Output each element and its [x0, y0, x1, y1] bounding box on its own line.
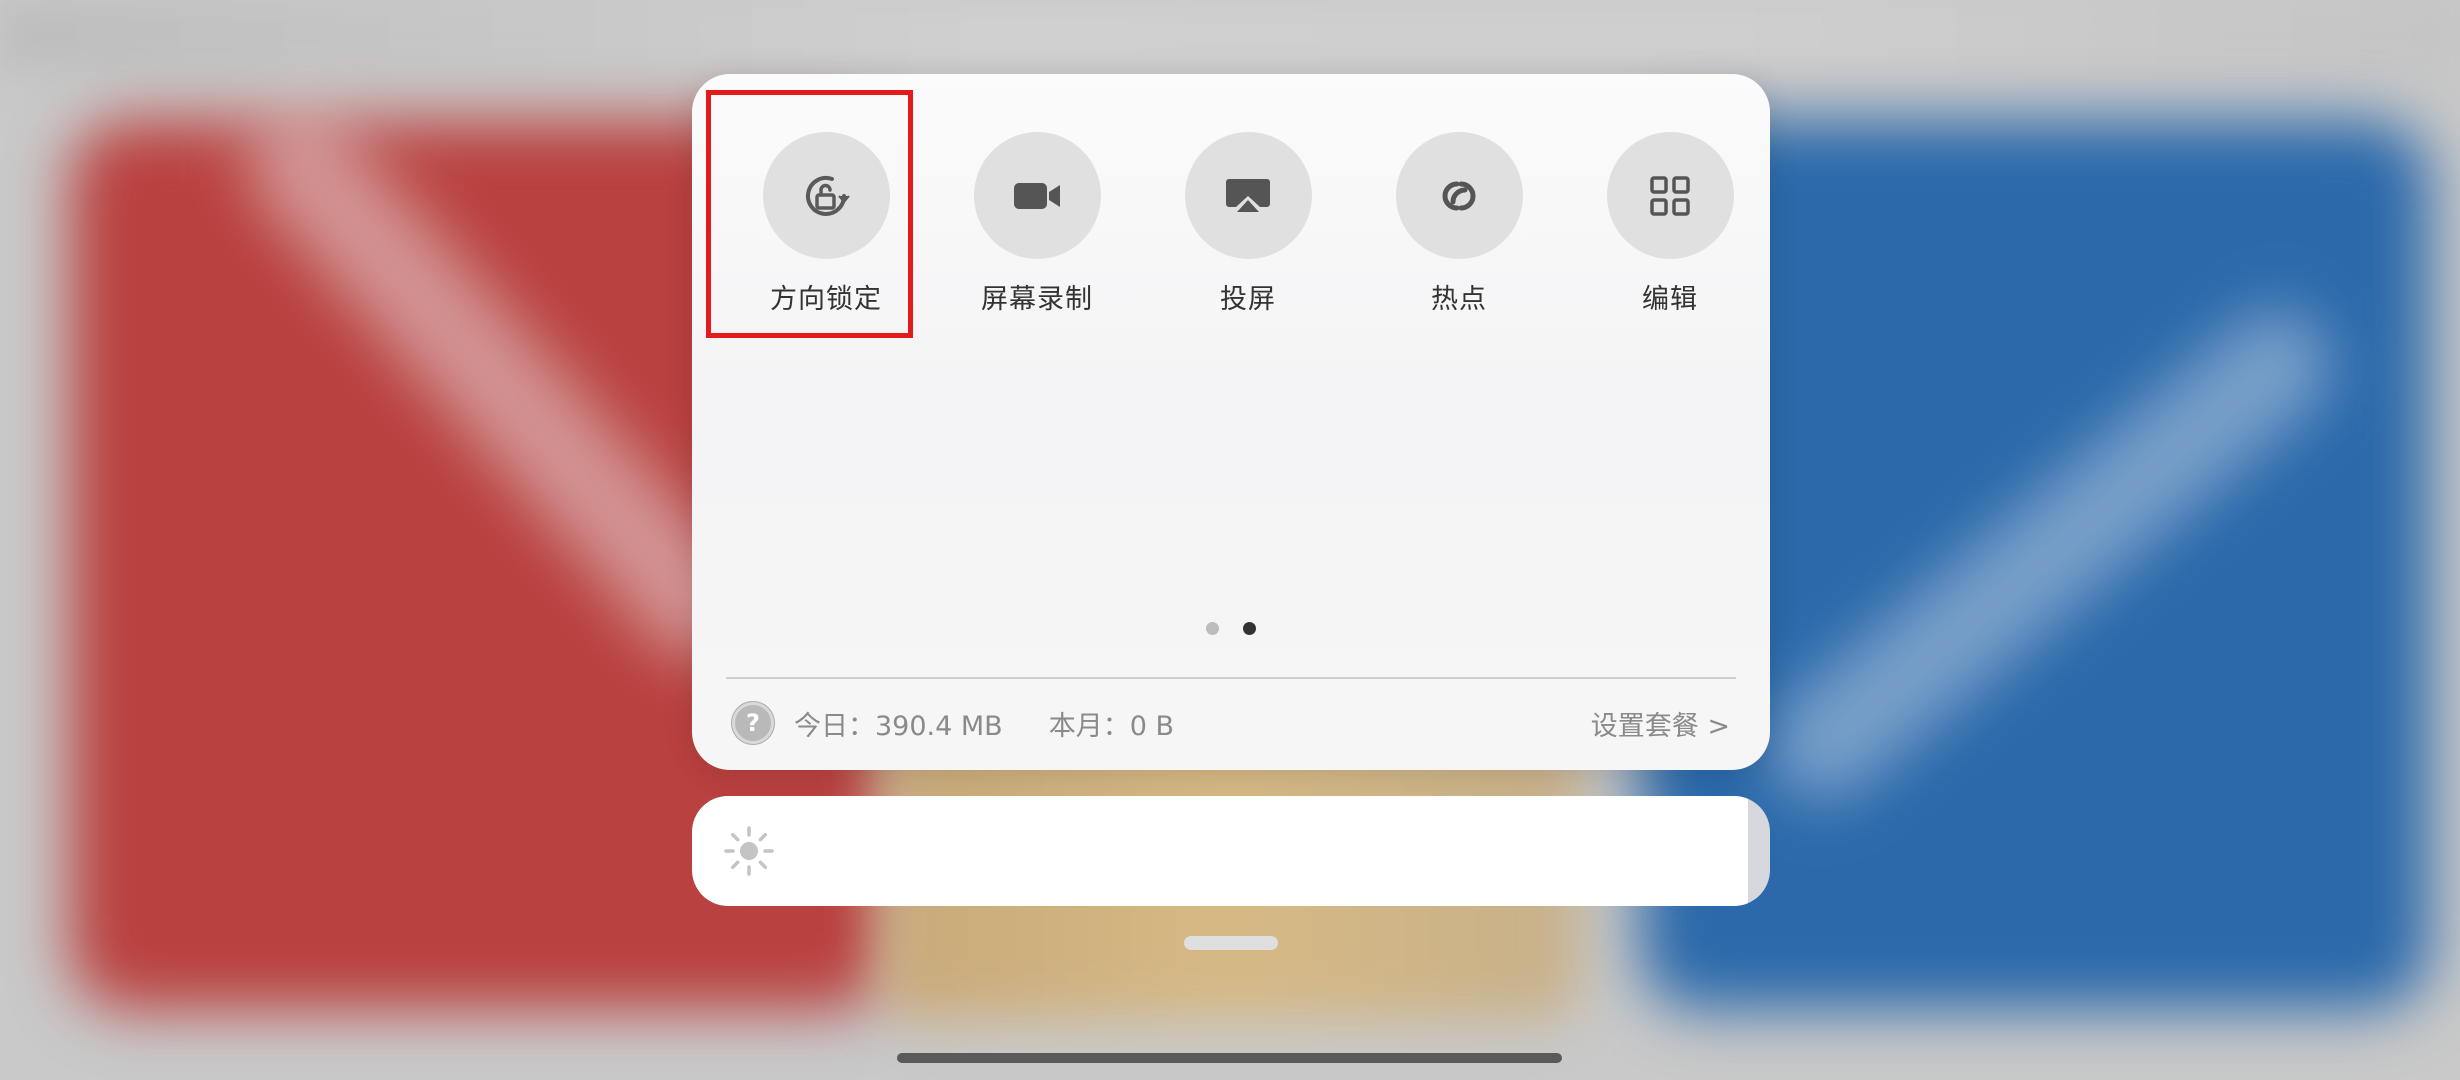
blurred-status-area — [0, 0, 2460, 70]
home-indicator[interactable] — [897, 1053, 1562, 1063]
set-plan-link[interactable]: 设置套餐 > — [1591, 704, 1730, 743]
grid-edit-icon — [1650, 175, 1690, 216]
video-camera-icon — [1014, 182, 1060, 209]
usage-today: 今日：390.4 MB — [794, 710, 1003, 742]
tile-label: 方向锁定 — [770, 284, 882, 315]
screen-cast-icon — [1226, 178, 1270, 212]
divider — [726, 677, 1736, 679]
page-indicator[interactable] — [692, 622, 1770, 635]
rotation-lock-icon — [806, 175, 850, 216]
tile-edit-button[interactable] — [1606, 132, 1734, 259]
panel-grabber-handle[interactable] — [1184, 936, 1278, 950]
usage-month: 本月：0 B — [1048, 710, 1174, 742]
quick-toggle-row: 方向锁定 屏幕录制 投屏 热点 编辑 — [692, 132, 1770, 332]
tile-label: 屏幕录制 — [981, 284, 1093, 315]
data-usage-footer: ? 今日：390.4 MB 本月：0 B 设置套餐 > — [732, 700, 1730, 746]
page-dot-2-current[interactable] — [1243, 622, 1256, 635]
page-dot-1[interactable] — [1206, 622, 1219, 635]
tile-screen-cast-button[interactable] — [1184, 132, 1312, 259]
sun-icon — [724, 826, 774, 876]
brightness-fill — [692, 796, 1749, 906]
tile-hotspot-button[interactable] — [1395, 132, 1523, 259]
tile-label: 热点 — [1431, 284, 1487, 315]
tile-screen-cast[interactable]: 投屏 — [1153, 132, 1343, 332]
brightness-slider[interactable] — [692, 796, 1770, 906]
tile-label: 投屏 — [1220, 284, 1276, 315]
tile-edit[interactable]: 编辑 — [1575, 132, 1765, 332]
tile-hotspot[interactable]: 热点 — [1364, 132, 1554, 332]
tile-rotation-lock-button[interactable] — [762, 132, 890, 259]
control-center-panel: 方向锁定 屏幕录制 投屏 热点 编辑 ? 今日：390.4 MB 本月：0 B … — [692, 74, 1770, 770]
tile-label: 编辑 — [1642, 284, 1698, 315]
tile-screen-record[interactable]: 屏幕录制 — [942, 132, 1132, 332]
help-icon[interactable]: ? — [732, 702, 774, 744]
tile-rotation-lock[interactable]: 方向锁定 — [731, 132, 921, 332]
hotspot-link-icon — [1442, 181, 1476, 210]
tile-screen-record-button[interactable] — [973, 132, 1101, 259]
